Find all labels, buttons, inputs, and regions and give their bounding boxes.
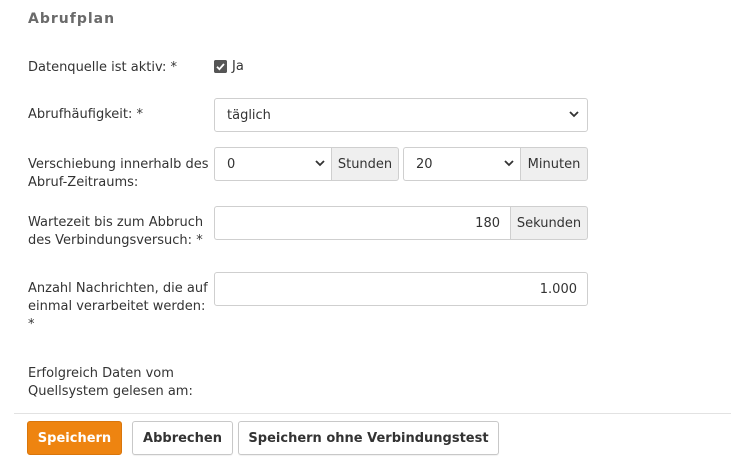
save-button[interactable]: Speichern	[27, 421, 122, 455]
cancel-button[interactable]: Abbrechen	[132, 421, 233, 455]
shift-minutes-select[interactable]: 20	[403, 147, 520, 181]
footer-divider	[14, 413, 731, 414]
shift-minutes-group: 20 Minuten	[403, 147, 588, 181]
chevron-down-icon	[569, 111, 579, 118]
messages-label: Anzahl Nachrichten, die auf einmal verar…	[28, 281, 208, 332]
active-checkbox[interactable]	[214, 60, 227, 73]
shift-hours-unit: Stunden	[331, 147, 399, 181]
last-read-label: Erfolgreich Daten vom Quellsystem gelese…	[28, 366, 193, 399]
frequency-select[interactable]: täglich	[214, 98, 588, 132]
timeout-input[interactable]: 180	[214, 206, 510, 240]
chevron-down-icon	[504, 160, 514, 167]
messages-input[interactable]: 1.000	[214, 272, 588, 306]
timeout-group: 180 Sekunden	[214, 206, 588, 240]
check-icon	[214, 60, 227, 73]
active-checkbox-wrap[interactable]: Ja	[214, 59, 244, 74]
shift-minutes-unit: Minuten	[520, 147, 588, 181]
timeout-unit: Sekunden	[510, 206, 588, 240]
shift-label: Verschiebung innerhalb des Abruf-Zeitrau…	[28, 157, 209, 190]
shift-hours-group: 0 Stunden	[214, 147, 399, 181]
active-checkbox-label[interactable]: Ja	[232, 59, 244, 74]
save-without-test-button[interactable]: Speichern ohne Verbindungstest	[238, 421, 499, 455]
chevron-down-icon	[315, 160, 325, 167]
abrufplan-form: Abrufplan Datenquelle ist aktiv: * Ja Ab…	[0, 0, 731, 465]
frequency-label: Abrufhäufigkeit: *	[28, 107, 143, 122]
frequency-select-value: täglich	[227, 107, 271, 123]
section-title: Abrufplan	[28, 11, 116, 27]
shift-hours-value: 0	[227, 156, 236, 172]
active-label: Datenquelle ist aktiv: *	[28, 60, 177, 75]
shift-minutes-value: 20	[416, 156, 433, 172]
shift-hours-select[interactable]: 0	[214, 147, 331, 181]
timeout-label: Wartezeit bis zum Abbruch des Verbindung…	[28, 215, 204, 248]
